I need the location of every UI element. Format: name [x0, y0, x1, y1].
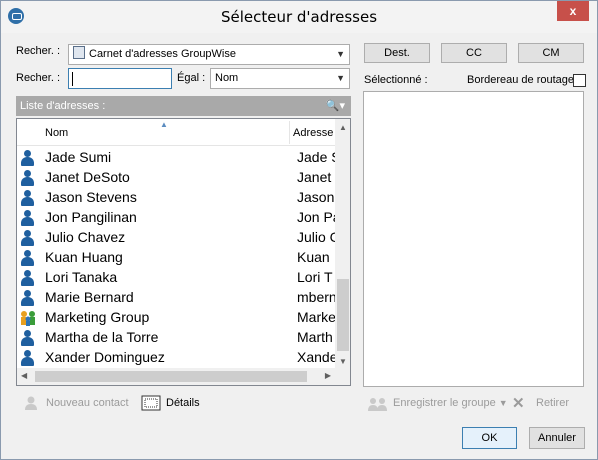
- search-book-label: Recher. :: [16, 45, 61, 57]
- person-icon: [20, 210, 34, 226]
- field-value: Nom: [215, 72, 239, 84]
- title-bar[interactable]: Sélecteur d'adresses x: [1, 1, 597, 33]
- row-address: Jon Pa: [297, 209, 335, 225]
- search-query-label: Recher. :: [16, 72, 61, 84]
- group-icon: [20, 310, 35, 326]
- routing-slip-label: Bordereau de routage: [467, 74, 575, 86]
- person-icon: [20, 350, 34, 366]
- column-address-header[interactable]: Adresse: [293, 127, 333, 139]
- table-row[interactable]: Kuan Huang Kuan: [17, 248, 335, 268]
- row-address: Janet: [297, 169, 332, 185]
- table-row[interactable]: Marketing Group Marke: [17, 308, 335, 328]
- sort-ascending-icon: ▲: [160, 120, 168, 129]
- address-rows: Jade Sumi Jade S Janet DeSoto Janet Jason St…: [17, 148, 335, 368]
- new-contact-icon: [23, 395, 39, 411]
- scrollbar-corner: [335, 368, 350, 385]
- save-group-label: Enregistrer le groupe: [393, 397, 496, 409]
- address-selector-window: Sélecteur d'adresses x Recher. : Carnet …: [0, 0, 598, 460]
- close-button[interactable]: x: [557, 1, 589, 21]
- horizontal-scroll-thumb[interactable]: [35, 371, 307, 382]
- row-address: Jade S: [297, 149, 335, 165]
- person-icon: [20, 330, 34, 346]
- person-icon: [20, 230, 34, 246]
- column-separator[interactable]: [289, 121, 290, 144]
- group-icon: [367, 396, 387, 412]
- row-name: Jason Stevens: [45, 189, 137, 205]
- window-title: Sélecteur d'adresses: [220, 8, 378, 26]
- search-icon[interactable]: 🔍▾: [326, 96, 345, 116]
- row-name: Kuan Huang: [45, 249, 123, 265]
- vertical-scrollbar[interactable]: ▲ ▼: [335, 119, 350, 368]
- selected-label: Sélectionné :: [364, 74, 428, 86]
- details-icon: [141, 394, 161, 411]
- details-button[interactable]: Détails: [166, 397, 200, 409]
- cm-button[interactable]: CM: [518, 43, 584, 63]
- vertical-scroll-thumb[interactable]: [337, 279, 349, 351]
- remove-button[interactable]: Retirer: [536, 397, 569, 409]
- routing-slip-checkbox[interactable]: [573, 74, 586, 87]
- ok-button[interactable]: OK: [462, 427, 517, 449]
- chevron-down-icon: ▼: [336, 49, 345, 59]
- row-name: Marketing Group: [45, 309, 150, 325]
- dest-button[interactable]: Dest.: [364, 43, 430, 63]
- equal-label: Égal :: [177, 72, 206, 84]
- address-book-icon: [73, 46, 85, 59]
- row-address: Lori T: [297, 269, 333, 285]
- horizontal-scrollbar[interactable]: ◀ ▶: [17, 368, 335, 385]
- row-name: Lori Tanaka: [45, 269, 118, 285]
- person-icon: [20, 190, 34, 206]
- row-name: Marie Bernard: [45, 289, 134, 305]
- scroll-up-icon[interactable]: ▲: [339, 123, 347, 132]
- row-address: Marke: [297, 309, 335, 325]
- cancel-button[interactable]: Annuler: [529, 427, 585, 449]
- new-contact-button[interactable]: Nouveau contact: [46, 397, 129, 409]
- table-row[interactable]: Janet DeSoto Janet: [17, 168, 335, 188]
- scroll-left-icon[interactable]: ◀: [21, 371, 27, 380]
- table-row[interactable]: Jon Pangilinan Jon Pa: [17, 208, 335, 228]
- person-icon: [20, 290, 34, 306]
- person-icon: [20, 150, 34, 166]
- addressbook-value: Carnet d'adresses GroupWise: [89, 48, 236, 60]
- text-caret: [72, 72, 73, 86]
- person-icon: [20, 170, 34, 186]
- column-header: ▲ Nom Adresse: [17, 119, 335, 146]
- addressbook-combo[interactable]: Carnet d'adresses GroupWise ▼: [68, 44, 350, 65]
- row-name: Martha de la Torre: [45, 329, 159, 345]
- table-row[interactable]: Marie Bernard mbern: [17, 288, 335, 308]
- selected-recipients-list[interactable]: [363, 91, 584, 387]
- row-address: Jason: [297, 189, 335, 205]
- table-row[interactable]: Lori Tanaka Lori T: [17, 268, 335, 288]
- address-list-title: Liste d'adresses :: [20, 100, 106, 112]
- search-input[interactable]: [68, 68, 172, 89]
- chevron-down-icon: ▼: [336, 73, 345, 83]
- row-address: Julio C: [297, 229, 335, 245]
- column-name-header[interactable]: Nom: [45, 127, 68, 139]
- person-icon: [20, 250, 34, 266]
- table-row[interactable]: Julio Chavez Julio C: [17, 228, 335, 248]
- table-row[interactable]: Jason Stevens Jason: [17, 188, 335, 208]
- person-icon: [20, 270, 34, 286]
- remove-icon: ✕: [512, 395, 525, 412]
- save-group-button[interactable]: Enregistrer le groupe ▼: [393, 397, 508, 409]
- cc-button[interactable]: CC: [441, 43, 507, 63]
- row-name: Xander Dominguez: [45, 349, 165, 365]
- address-list[interactable]: ▲ Nom Adresse Jade Sumi Jade S Janet DeSot…: [16, 118, 351, 386]
- row-address: Marth: [297, 329, 333, 345]
- row-address: Xande: [297, 349, 335, 365]
- scroll-right-icon[interactable]: ▶: [325, 371, 331, 380]
- row-address: mbern: [297, 289, 335, 305]
- table-row[interactable]: Xander Dominguez Xande: [17, 348, 335, 368]
- row-address: Kuan: [297, 249, 330, 265]
- table-row[interactable]: Martha de la Torre Marth: [17, 328, 335, 348]
- address-list-header: Liste d'adresses : 🔍▾: [16, 96, 351, 116]
- row-name: Janet DeSoto: [45, 169, 130, 185]
- row-name: Jon Pangilinan: [45, 209, 137, 225]
- close-icon: x: [569, 4, 577, 18]
- table-row[interactable]: Jade Sumi Jade S: [17, 148, 335, 168]
- row-name: Jade Sumi: [45, 149, 112, 165]
- scroll-down-icon[interactable]: ▼: [339, 357, 347, 366]
- row-name: Julio Chavez: [45, 229, 126, 245]
- field-combo[interactable]: Nom ▼: [210, 68, 350, 89]
- chevron-down-icon: ▼: [498, 398, 508, 408]
